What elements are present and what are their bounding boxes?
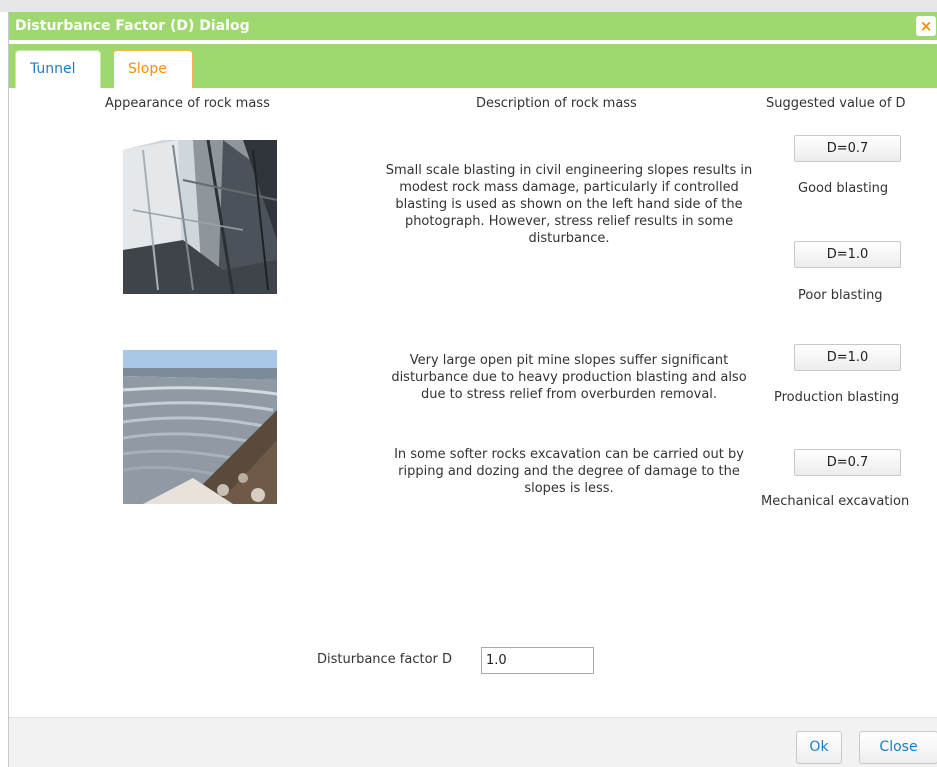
disturbance-factor-dialog: Disturbance Factor (D) Dialog × Tunnel S… bbox=[8, 12, 937, 767]
open-pit-mine-photo bbox=[123, 350, 277, 504]
header-description: Description of rock mass bbox=[476, 96, 637, 111]
production-blasting-d-button[interactable]: D=1.0 bbox=[794, 344, 901, 371]
poor-blasting-label: Poor blasting bbox=[798, 288, 883, 303]
mechanical-excavation-d-button[interactable]: D=0.7 bbox=[794, 449, 901, 476]
disturbance-factor-label: Disturbance factor D bbox=[317, 652, 453, 667]
mechanical-excavation-label: Mechanical excavation bbox=[761, 494, 910, 509]
ok-button[interactable]: Ok bbox=[796, 731, 842, 764]
disturbance-factor-input[interactable] bbox=[481, 647, 594, 674]
description-open-pit-mine: Very large open pit mine slopes suffer s… bbox=[391, 353, 747, 402]
background-window-strip bbox=[0, 0, 937, 12]
dialog-footer: Ok Close bbox=[9, 717, 937, 767]
dialog-title: Disturbance Factor (D) Dialog bbox=[15, 18, 250, 34]
tab-tunnel[interactable]: Tunnel bbox=[15, 50, 101, 88]
close-button[interactable]: Close bbox=[859, 731, 937, 764]
tab-bar: Tunnel Slope bbox=[9, 44, 937, 88]
tab-slope[interactable]: Slope bbox=[113, 50, 193, 88]
poor-blasting-d-button[interactable]: D=1.0 bbox=[794, 241, 901, 268]
description-softer-rocks: In some softer rocks excavation can be c… bbox=[394, 447, 744, 496]
dialog-titlebar[interactable]: Disturbance Factor (D) Dialog × bbox=[9, 12, 937, 42]
description-small-scale-blasting: Small scale blasting in civil engineerin… bbox=[385, 163, 753, 246]
header-suggested-value: Suggested value of D bbox=[766, 96, 906, 111]
good-blasting-label: Good blasting bbox=[798, 181, 889, 196]
rock-cut-slope-photo bbox=[123, 140, 277, 294]
production-blasting-label: Production blasting bbox=[774, 390, 900, 405]
close-icon[interactable]: × bbox=[916, 16, 936, 36]
slope-panel: Appearance of rock mass Description of r… bbox=[9, 88, 937, 717]
header-appearance: Appearance of rock mass bbox=[105, 96, 270, 111]
good-blasting-d-button[interactable]: D=0.7 bbox=[794, 135, 901, 162]
